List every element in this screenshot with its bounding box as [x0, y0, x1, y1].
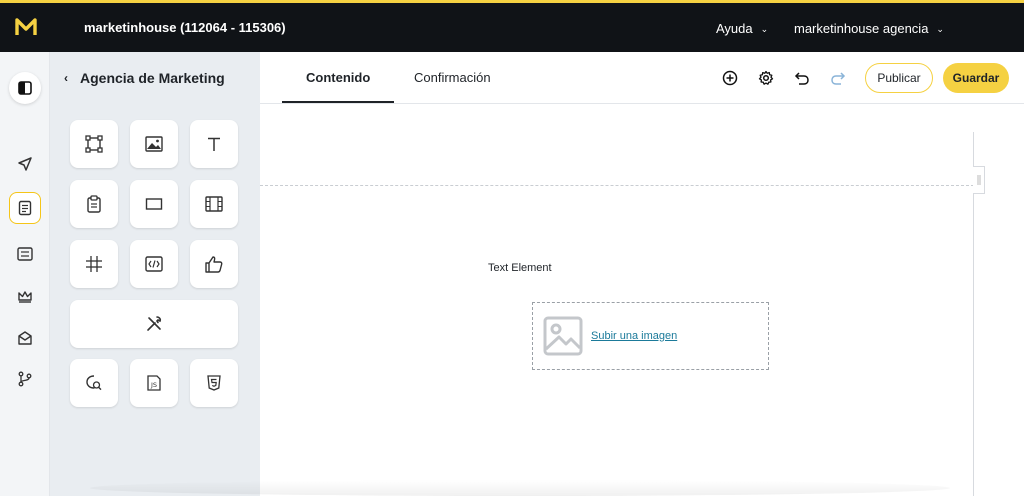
- chevron-down-icon: ⌄: [760, 24, 769, 34]
- agency-label: marketinhouse agencia: [794, 21, 929, 36]
- row-divider: [260, 185, 974, 186]
- image-placeholder-icon: [543, 316, 583, 356]
- settings-button[interactable]: [756, 68, 776, 88]
- help-label: Ayuda: [716, 21, 753, 36]
- tile-image[interactable]: [130, 120, 178, 168]
- undo-icon: [794, 72, 809, 85]
- redo-icon: [831, 72, 846, 85]
- save-button[interactable]: Guardar: [943, 63, 1009, 93]
- search-chat-icon: [86, 375, 102, 391]
- resize-handle[interactable]: [973, 166, 985, 194]
- left-rail: [0, 52, 50, 496]
- clipboard-icon: [87, 195, 101, 213]
- panel-toggle-icon: [18, 81, 32, 95]
- tile-frame[interactable]: [70, 120, 118, 168]
- canvas-shadow: [90, 480, 950, 496]
- add-button[interactable]: [720, 68, 740, 88]
- undo-button[interactable]: [792, 68, 812, 88]
- css-icon: [207, 375, 221, 391]
- agency-menu[interactable]: marketinhouse agencia ⌄: [794, 21, 944, 36]
- upload-image-link[interactable]: Subir una imagen: [591, 330, 677, 342]
- panel-toggle-button[interactable]: [9, 72, 41, 104]
- grip-icon: [977, 175, 980, 185]
- pages-button[interactable]: [9, 192, 41, 224]
- tab-confirmacion[interactable]: Confirmación: [414, 70, 491, 85]
- rectangle-icon: [145, 198, 163, 210]
- branch-button[interactable]: [9, 363, 41, 395]
- code-icon: [145, 256, 163, 272]
- editor-canvas[interactable]: Text Element Subir una imagen: [260, 104, 1024, 496]
- tile-css[interactable]: [190, 359, 238, 407]
- tile-rectangle[interactable]: [130, 180, 178, 228]
- text-element[interactable]: Text Element: [488, 262, 552, 274]
- active-tab-indicator: [282, 101, 394, 103]
- help-menu[interactable]: Ayuda ⌄: [716, 21, 768, 36]
- tile-video[interactable]: [190, 180, 238, 228]
- top-bar: marketinhouse (112064 - 115306) Ayuda ⌄ m…: [0, 0, 1024, 52]
- tile-like[interactable]: [190, 240, 238, 288]
- thumbs-up-icon: [205, 256, 223, 273]
- crown-icon: [18, 291, 32, 303]
- tile-js[interactable]: JS: [130, 359, 178, 407]
- branch-icon: [18, 371, 32, 387]
- mail-button[interactable]: [9, 322, 41, 354]
- tile-text[interactable]: [190, 120, 238, 168]
- image-icon: [145, 136, 163, 152]
- crown-button[interactable]: [9, 280, 41, 312]
- tab-contenido[interactable]: Contenido: [306, 70, 370, 85]
- publish-button[interactable]: Publicar: [865, 63, 933, 93]
- mail-icon: [18, 331, 32, 345]
- js-icon: JS: [147, 375, 161, 391]
- list-button[interactable]: [9, 238, 41, 270]
- editor-toolbar: Contenido Confirmación Publicar Guardar: [260, 52, 1024, 104]
- redo-button[interactable]: [828, 68, 848, 88]
- tile-code[interactable]: [130, 240, 178, 288]
- elements-panel: ‹ Agencia de Marketing JS: [50, 52, 260, 496]
- gear-icon: [758, 70, 774, 85]
- send-button[interactable]: [9, 148, 41, 180]
- image-placeholder[interactable]: Subir una imagen: [532, 302, 769, 370]
- tile-search-chat[interactable]: [70, 359, 118, 407]
- document-icon: [18, 200, 32, 216]
- video-icon: [205, 196, 223, 212]
- plus-circle-icon: [722, 70, 738, 86]
- tools-icon: [147, 316, 162, 331]
- text-icon: [208, 137, 220, 151]
- tile-grid[interactable]: [70, 240, 118, 288]
- tile-clipboard[interactable]: [70, 180, 118, 228]
- panel-header[interactable]: ‹ Agencia de Marketing: [64, 70, 225, 86]
- list-icon: [17, 247, 33, 261]
- grid-icon: [86, 256, 102, 272]
- frame-icon: [85, 135, 103, 153]
- panel-title: Agencia de Marketing: [80, 70, 225, 86]
- chevron-left-icon[interactable]: ‹: [64, 71, 68, 85]
- tile-tools[interactable]: [70, 300, 238, 348]
- chevron-down-icon: ⌄: [936, 24, 944, 34]
- svg-text:JS: JS: [150, 381, 157, 389]
- account-title: marketinhouse (112064 - 115306): [84, 20, 286, 35]
- logo-icon: [15, 18, 37, 35]
- send-icon: [18, 157, 32, 171]
